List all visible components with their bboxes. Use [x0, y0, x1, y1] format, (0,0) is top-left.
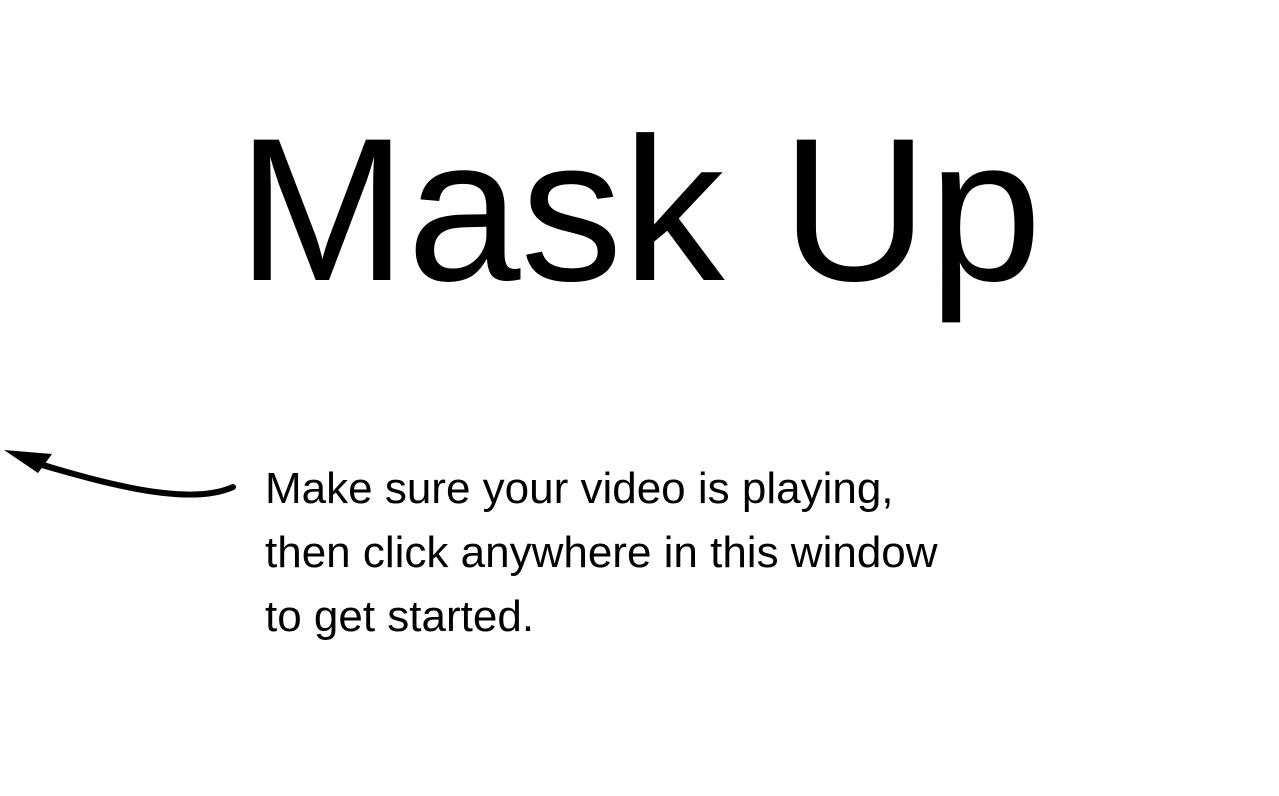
instructions-line-3: to get started.: [265, 592, 535, 641]
instructions-line-2: then click anywhere in this window: [265, 528, 938, 577]
page-title: Mask Up: [237, 96, 1042, 324]
instructions-text: Make sure your video is playing, then cl…: [265, 457, 1045, 649]
start-window[interactable]: Mask Up Make sure your video is playing,…: [0, 0, 1279, 796]
instructions-line-1: Make sure your video is playing,: [265, 464, 894, 513]
curved-arrow-left-icon: [4, 450, 236, 498]
